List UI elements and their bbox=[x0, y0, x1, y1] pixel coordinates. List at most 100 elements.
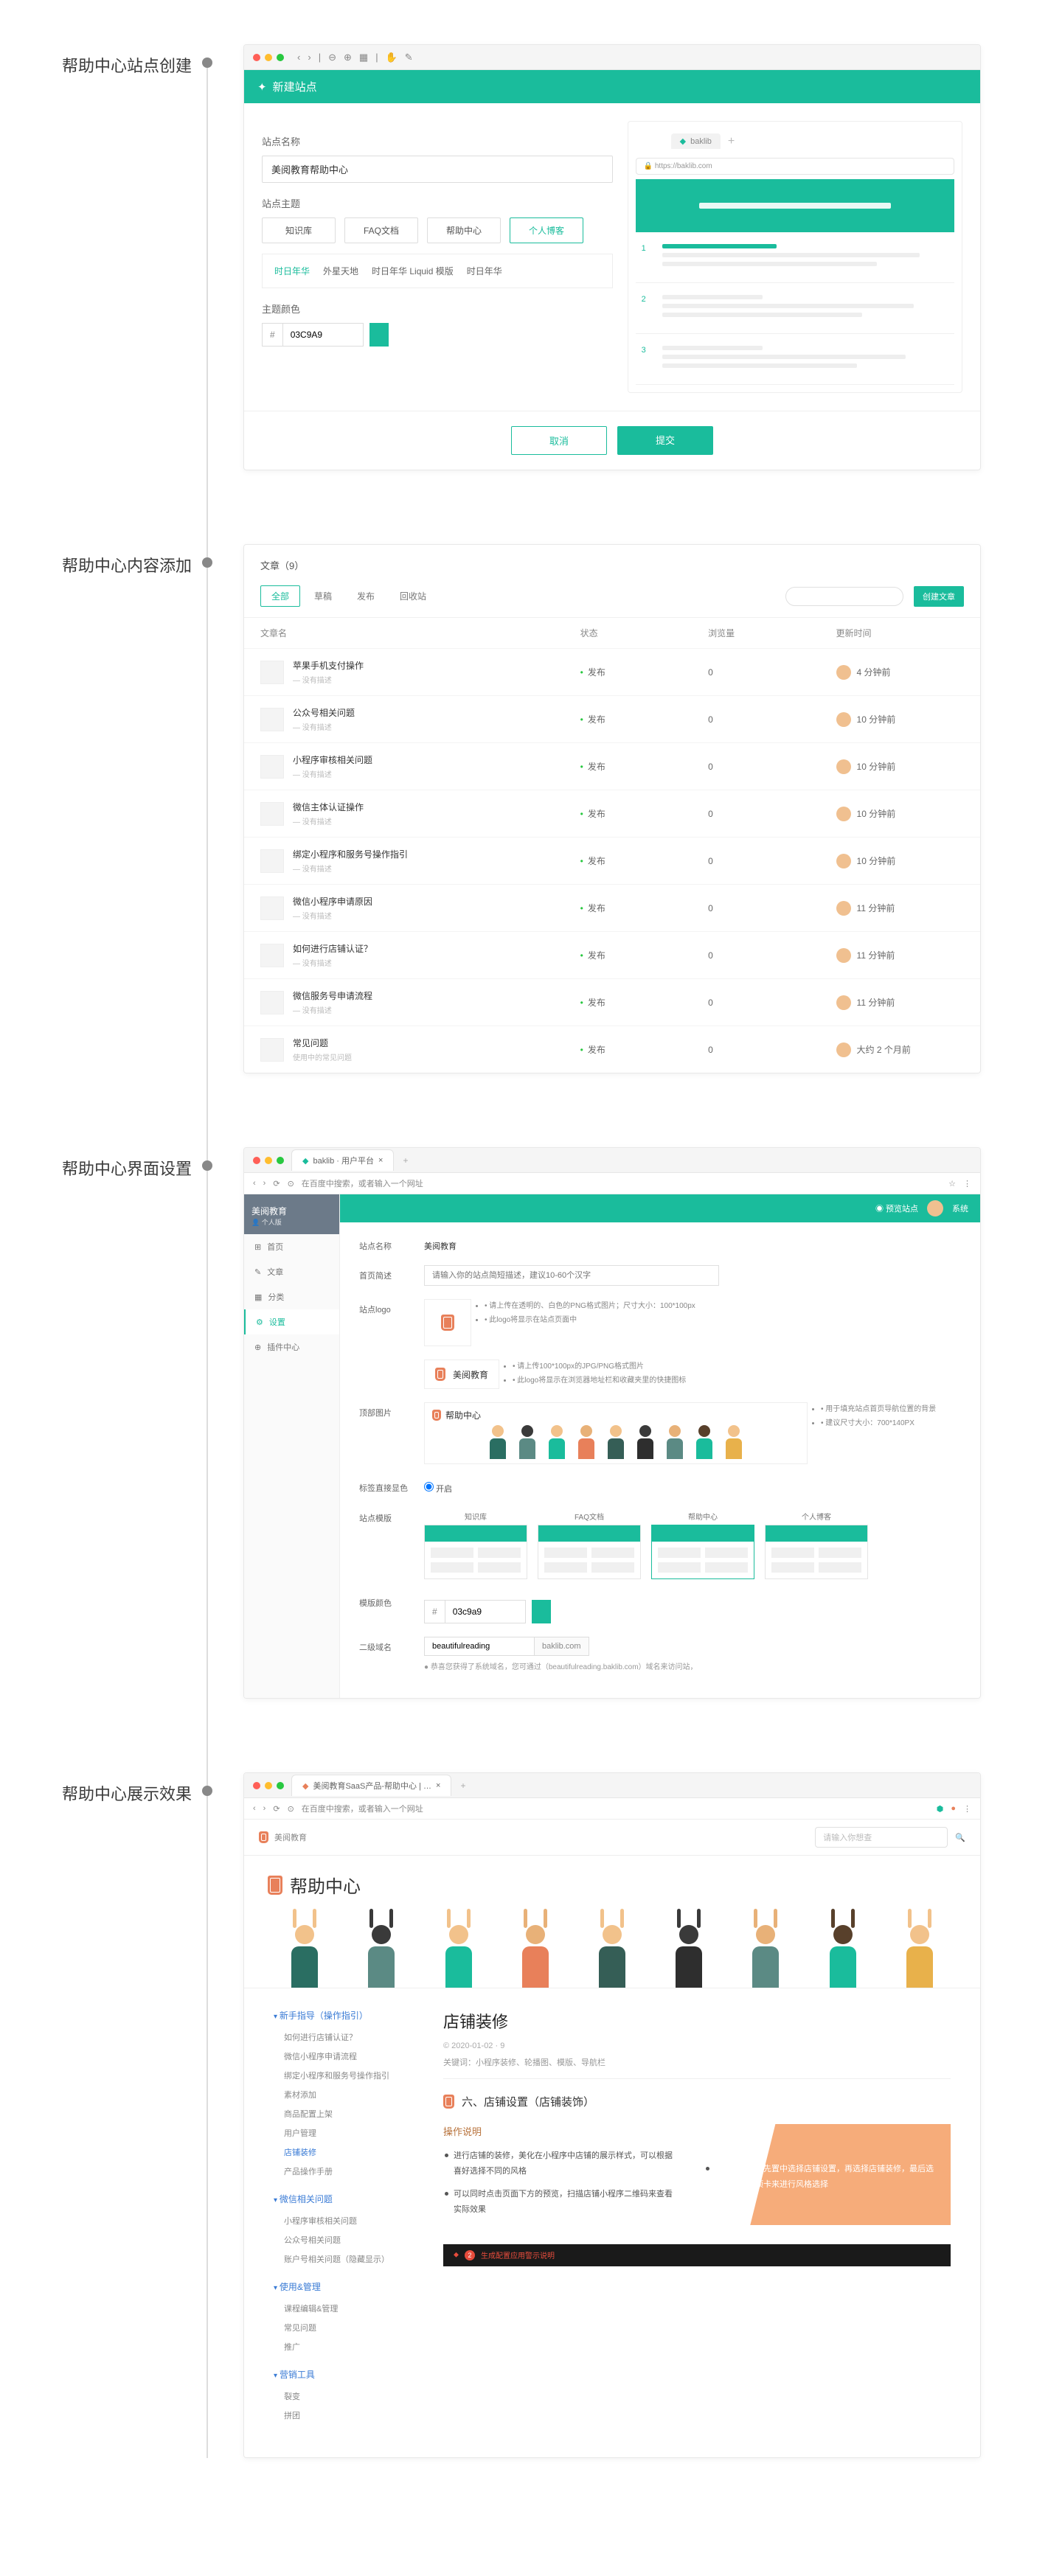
top-bar: ◉ 预览站点 系统 bbox=[340, 1194, 980, 1222]
desc-input[interactable] bbox=[424, 1265, 719, 1286]
panel-settings: ◆baklib · 用户平台× + ‹›⟳⊙在百度中搜索，或者输入一个网址☆⋮ … bbox=[243, 1147, 981, 1699]
brand: 美阅教育 bbox=[274, 1831, 307, 1843]
sidebar-brand: 美阅教育👤 个人版 bbox=[244, 1194, 339, 1234]
color-input[interactable] bbox=[445, 1600, 526, 1623]
table-row[interactable]: 绑定小程序和服务号操作指引— 没有描述发布010 分钟前 bbox=[244, 837, 980, 884]
shield-icon bbox=[259, 1831, 268, 1843]
person-illustration bbox=[445, 1909, 472, 1988]
shield-icon bbox=[268, 1876, 282, 1895]
sidebar-item[interactable]: ✎文章 bbox=[244, 1259, 339, 1284]
theme-tab[interactable]: 知识库 bbox=[262, 217, 336, 243]
label-site-name: 站点名称 bbox=[262, 134, 613, 148]
sidebar-item[interactable]: ⊞首页 bbox=[244, 1234, 339, 1259]
thumbnail bbox=[260, 661, 284, 684]
subtheme-option[interactable]: 时日年华 bbox=[467, 265, 502, 277]
color-input[interactable] bbox=[282, 323, 364, 347]
theme-card[interactable] bbox=[651, 1525, 754, 1579]
hand-icon: ✋ bbox=[386, 52, 398, 63]
nav-item[interactable]: 推广 bbox=[274, 2337, 414, 2356]
nav-item[interactable]: 素材添加 bbox=[274, 2085, 414, 2104]
sidebar-icon: ⚙ bbox=[256, 1317, 263, 1327]
theme-tab[interactable]: 帮助中心 bbox=[427, 217, 501, 243]
nav-item[interactable]: 裂变 bbox=[274, 2387, 414, 2406]
color-swatch[interactable] bbox=[532, 1600, 551, 1623]
nav-group[interactable]: 营销工具 bbox=[274, 2368, 414, 2381]
site-name-input[interactable] bbox=[262, 156, 613, 183]
search-icon[interactable]: 🔍 bbox=[955, 1833, 965, 1842]
logo-notes: 请上传在透明的、白色的PNG格式图片；尺寸大小：100*100px此logo将显… bbox=[485, 1299, 695, 1327]
nav-item[interactable]: 常见问题 bbox=[274, 2318, 414, 2337]
nav-item[interactable]: 微信小程序申请流程 bbox=[274, 2047, 414, 2066]
nav-group[interactable]: 新手指导（操作指引） bbox=[274, 2009, 414, 2022]
section-settings: 帮助中心界面设置 ◆baklib · 用户平台× + ‹›⟳⊙在百度中搜索，或者… bbox=[206, 1147, 1062, 1699]
sidebar-icon: ▦ bbox=[254, 1292, 262, 1302]
sidebar-item[interactable]: ▦分类 bbox=[244, 1284, 339, 1309]
banner-upload[interactable]: 帮助中心 bbox=[424, 1402, 808, 1464]
table-row[interactable]: 微信主体认证操作— 没有描述发布010 分钟前 bbox=[244, 790, 980, 837]
avatar bbox=[836, 665, 851, 680]
col-updated: 更新时间 bbox=[836, 627, 964, 639]
site-name-value: 美阅教育 bbox=[424, 1236, 457, 1252]
avatar[interactable] bbox=[927, 1200, 943, 1216]
preview-link[interactable]: ◉ 预览站点 bbox=[875, 1202, 918, 1214]
color-swatch[interactable] bbox=[369, 323, 389, 347]
nav-group[interactable]: 使用&管理 bbox=[274, 2280, 414, 2293]
thumbnail bbox=[260, 1038, 284, 1062]
nav-item[interactable]: 公众号相关问题 bbox=[274, 2230, 414, 2249]
new-article-button[interactable]: 创建文章 bbox=[914, 586, 964, 607]
table-row[interactable]: 如何进行店铺认证？— 没有描述发布011 分钟前 bbox=[244, 931, 980, 978]
table-row[interactable]: 苹果手机支付操作— 没有描述发布04 分钟前 bbox=[244, 648, 980, 695]
theme-card[interactable] bbox=[424, 1525, 527, 1579]
subtheme-option[interactable]: 时日年华 bbox=[274, 265, 310, 277]
theme-tab[interactable]: FAQ文档 bbox=[344, 217, 418, 243]
nav-item[interactable]: 商品配置上架 bbox=[274, 2104, 414, 2123]
nav-item[interactable]: 产品操作手册 bbox=[274, 2162, 414, 2181]
nav-item[interactable]: 小程序审核相关问题 bbox=[274, 2211, 414, 2230]
table-row[interactable]: 公众号相关问题— 没有描述发布010 分钟前 bbox=[244, 695, 980, 742]
filter-tab[interactable]: 回收站 bbox=[389, 585, 437, 607]
sidebar-item[interactable]: ⚙设置 bbox=[244, 1309, 339, 1334]
filter-tab[interactable]: 全部 bbox=[260, 585, 300, 607]
nav-item[interactable]: 拼团 bbox=[274, 2406, 414, 2425]
sidebar-item[interactable]: ⊕插件中心 bbox=[244, 1334, 339, 1360]
search-input[interactable]: 请输入你想查 bbox=[815, 1827, 948, 1848]
theme-card[interactable] bbox=[538, 1525, 641, 1579]
domain-input[interactable] bbox=[424, 1637, 535, 1656]
person-illustration bbox=[830, 1909, 856, 1988]
person-illustration bbox=[676, 1909, 702, 1988]
table-row[interactable]: 微信服务号申请流程— 没有描述发布011 分钟前 bbox=[244, 978, 980, 1026]
thumbnail bbox=[260, 849, 284, 873]
domain-note: ● 恭喜您获得了系统域名，您可通过（beautifulreading.bakli… bbox=[424, 1660, 698, 1671]
nav-item[interactable]: 课程编辑&管理 bbox=[274, 2299, 414, 2318]
cancel-button[interactable]: 取消 bbox=[511, 426, 607, 455]
address-bar[interactable]: ‹›⟳⊙在百度中搜索，或者输入一个网址⬢●⋮ bbox=[244, 1798, 980, 1820]
table-row[interactable]: 常见问题使用中的常见问题发布0大约 2 个月前 bbox=[244, 1026, 980, 1073]
menu-icon: ⋮ bbox=[963, 1179, 971, 1188]
submit-button[interactable]: 提交 bbox=[617, 426, 713, 455]
subtheme-option[interactable]: 外星天地 bbox=[323, 265, 358, 277]
label-theme-color: 主题颜色 bbox=[262, 302, 613, 316]
nav-group[interactable]: 微信相关问题 bbox=[274, 2193, 414, 2205]
theme-tab[interactable]: 个人博客 bbox=[510, 217, 583, 243]
logo-upload[interactable] bbox=[424, 1299, 471, 1346]
toggle[interactable]: 开启 bbox=[424, 1477, 452, 1494]
nav-item[interactable]: 绑定小程序和服务号操作指引 bbox=[274, 2066, 414, 2085]
address-bar[interactable]: ‹›⟳⊙在百度中搜索，或者输入一个网址☆⋮ bbox=[244, 1173, 980, 1194]
subtheme-option[interactable]: 时日年华 Liquid 模版 bbox=[372, 265, 454, 277]
filter-tab[interactable]: 草稿 bbox=[303, 585, 343, 607]
filter-tab[interactable]: 发布 bbox=[346, 585, 386, 607]
table-row[interactable]: 微信小程序申请原因— 没有描述发布011 分钟前 bbox=[244, 884, 980, 931]
theme-card[interactable] bbox=[765, 1525, 868, 1579]
shield-icon bbox=[441, 1315, 454, 1331]
search-input[interactable] bbox=[785, 587, 903, 606]
sidebar-icon: ✎ bbox=[254, 1267, 261, 1277]
nav-item[interactable]: 账户号相关问题（隐藏显示） bbox=[274, 2249, 414, 2269]
favicon-upload[interactable]: 美阅教育 bbox=[424, 1360, 499, 1389]
nav-item[interactable]: 如何进行店铺认证？ bbox=[274, 2027, 414, 2047]
timeline-dot bbox=[202, 1160, 212, 1171]
avatar bbox=[836, 854, 851, 868]
hash-prefix: # bbox=[262, 323, 282, 347]
nav-item[interactable]: 用户管理 bbox=[274, 2123, 414, 2142]
nav-item[interactable]: 店铺装修 bbox=[274, 2142, 414, 2162]
table-row[interactable]: 小程序审核相关问题— 没有描述发布010 分钟前 bbox=[244, 742, 980, 790]
